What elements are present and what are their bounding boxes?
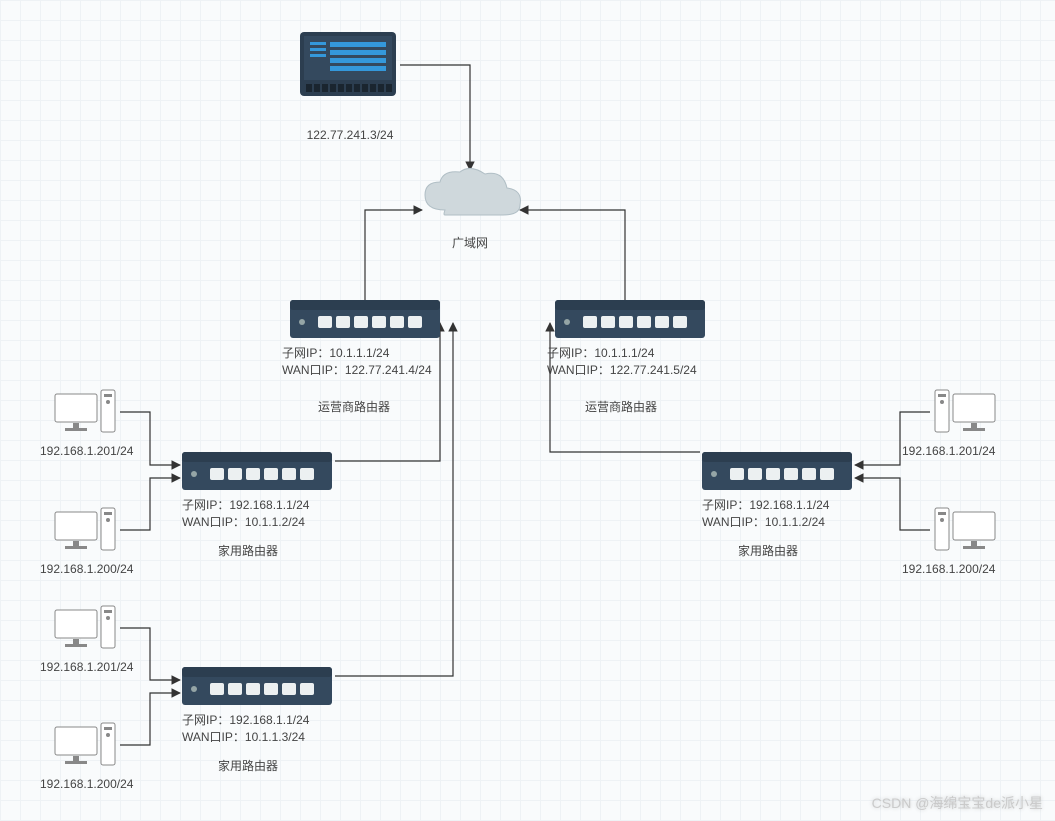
isp-router-2-icon [555,300,705,338]
home-router-1-icon [182,452,332,490]
pc-icon [55,723,115,765]
isp1-subnet: 子网IP：10.1.1.1/24 WAN口IP：122.77.241.4/24 [282,344,432,378]
isp1-name: 运营商路由器 [318,398,390,415]
home-router-2-icon [182,667,332,705]
isp-router-1-icon [290,300,440,338]
home3-info: 子网IP：192.168.1.1/24 WAN口IP：10.1.1.2/24 [702,496,829,530]
server-ip: 122.77.241.3/24 [300,128,400,142]
home2-name: 家用路由器 [218,757,278,774]
isp2-subnet: 子网IP：10.1.1.1/24 WAN口IP：122.77.241.5/24 [547,344,697,378]
pc-ip: 192.168.1.201/24 [40,444,133,458]
home-router-3-icon [702,452,852,490]
cloud-label: 广域网 [440,234,500,251]
home1-info: 子网IP：192.168.1.1/24 WAN口IP：10.1.1.2/24 [182,496,309,530]
home3-name: 家用路由器 [738,542,798,559]
pc-ip: 192.168.1.200/24 [902,562,995,576]
pc-icon [55,390,115,432]
pc-ip: 192.168.1.200/24 [40,562,133,576]
pc-icon [935,508,995,550]
pc-icon [55,606,115,648]
pc-ip: 192.168.1.200/24 [40,777,133,791]
pc-icon [935,390,995,432]
isp2-name: 运营商路由器 [585,398,657,415]
cloud-icon [425,168,520,215]
diagram-canvas [0,0,1055,821]
home2-info: 子网IP：192.168.1.1/24 WAN口IP：10.1.1.3/24 [182,711,309,745]
server-icon [300,32,396,96]
watermark: CSDN @海绵宝宝de派小星 [872,793,1043,813]
home1-name: 家用路由器 [218,542,278,559]
pc-ip: 192.168.1.201/24 [902,444,995,458]
pc-icon [55,508,115,550]
pc-ip: 192.168.1.201/24 [40,660,133,674]
